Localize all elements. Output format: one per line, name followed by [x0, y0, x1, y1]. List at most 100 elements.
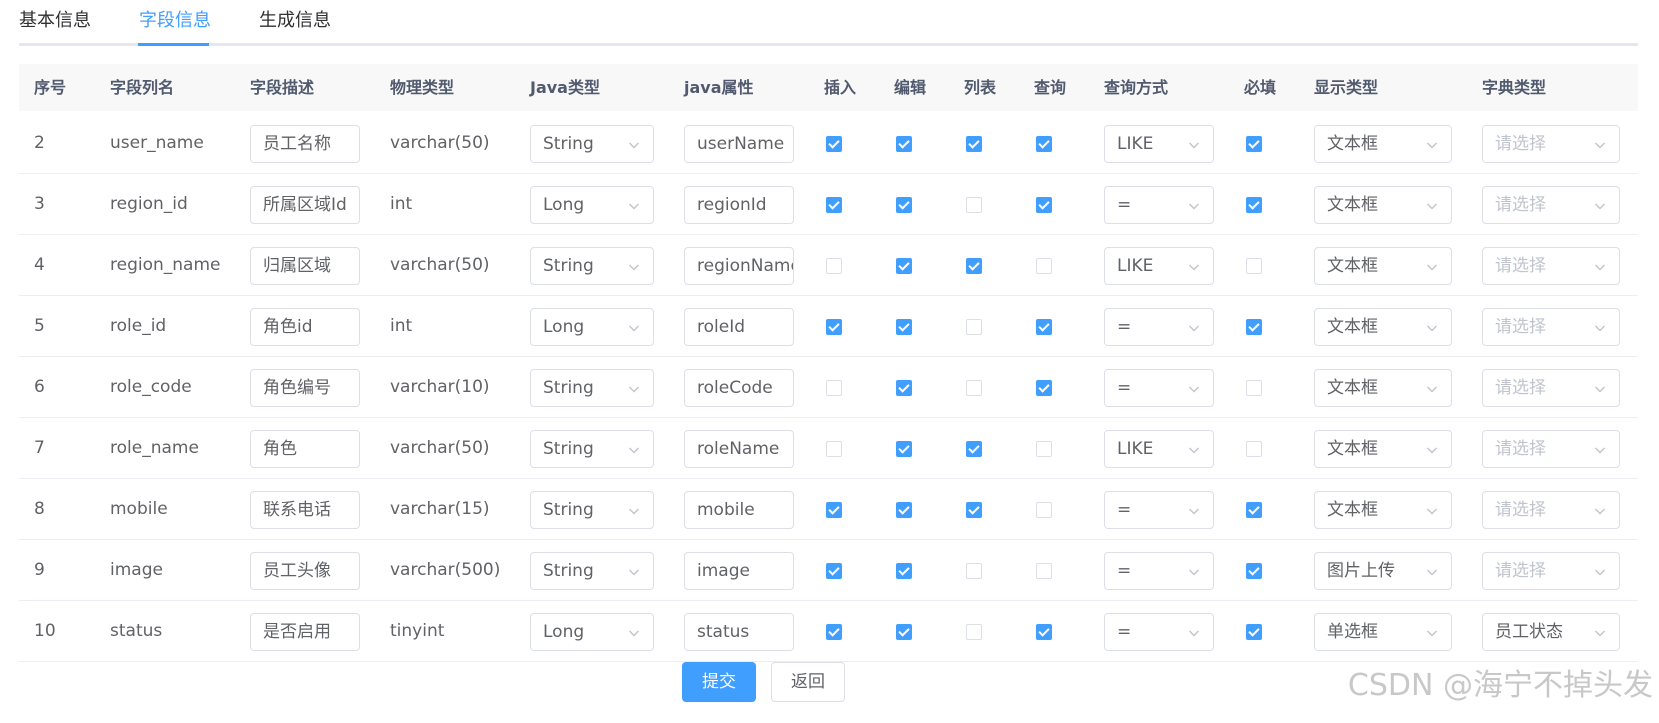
query-type-select[interactable]: LIKE: [1104, 430, 1214, 468]
display-type-select[interactable]: 文本框: [1314, 491, 1452, 529]
field-description-input[interactable]: 所属区域Id: [250, 186, 360, 224]
java-attr-input[interactable]: mobile: [684, 491, 794, 529]
display-type-select[interactable]: 文本框: [1314, 247, 1452, 285]
edit-checkbox[interactable]: [896, 197, 912, 213]
insert-checkbox[interactable]: [826, 380, 842, 396]
insert-checkbox[interactable]: [826, 563, 842, 579]
query-type-select[interactable]: =: [1104, 491, 1214, 529]
list-checkbox[interactable]: [966, 624, 982, 640]
query-type-select[interactable]: =: [1104, 613, 1214, 651]
required-checkbox[interactable]: [1246, 380, 1262, 396]
list-checkbox[interactable]: [966, 319, 982, 335]
query-type-select[interactable]: =: [1104, 552, 1214, 590]
java-attr-input[interactable]: roleCode: [684, 369, 794, 407]
java-attr-input[interactable]: regionId: [684, 186, 794, 224]
display-type-select[interactable]: 单选框: [1314, 613, 1452, 651]
java-attr-input[interactable]: roleId: [684, 308, 794, 346]
field-description-input[interactable]: 员工名称: [250, 125, 360, 163]
back-button[interactable]: 返回: [771, 662, 845, 702]
java-attr-input[interactable]: regionName: [684, 247, 794, 285]
dict-type-select[interactable]: 请选择: [1482, 308, 1620, 346]
java-type-select[interactable]: String: [530, 491, 654, 529]
required-checkbox[interactable]: [1246, 502, 1262, 518]
java-type-select[interactable]: String: [530, 552, 654, 590]
required-checkbox[interactable]: [1246, 197, 1262, 213]
field-description-input[interactable]: 角色编号: [250, 369, 360, 407]
java-type-select[interactable]: String: [530, 247, 654, 285]
required-checkbox[interactable]: [1246, 563, 1262, 579]
java-attr-input[interactable]: status: [684, 613, 794, 651]
query-type-select[interactable]: =: [1104, 186, 1214, 224]
required-checkbox[interactable]: [1246, 258, 1262, 274]
display-type-select[interactable]: 文本框: [1314, 430, 1452, 468]
edit-checkbox[interactable]: [896, 441, 912, 457]
dict-type-select[interactable]: 请选择: [1482, 247, 1620, 285]
dict-type-select[interactable]: 请选择: [1482, 186, 1620, 224]
dict-type-select[interactable]: 请选择: [1482, 430, 1620, 468]
submit-button[interactable]: 提交: [682, 662, 756, 702]
display-type-select[interactable]: 图片上传: [1314, 552, 1452, 590]
insert-checkbox[interactable]: [826, 197, 842, 213]
required-checkbox[interactable]: [1246, 441, 1262, 457]
query-checkbox[interactable]: [1036, 502, 1052, 518]
query-type-select[interactable]: LIKE: [1104, 247, 1214, 285]
java-attr-input[interactable]: roleName: [684, 430, 794, 468]
java-type-select[interactable]: Long: [530, 613, 654, 651]
list-checkbox[interactable]: [966, 197, 982, 213]
field-description-input[interactable]: 员工头像: [250, 552, 360, 590]
query-checkbox[interactable]: [1036, 319, 1052, 335]
insert-checkbox[interactable]: [826, 502, 842, 518]
field-description-input[interactable]: 是否启用: [250, 613, 360, 651]
java-type-select[interactable]: String: [530, 369, 654, 407]
query-checkbox[interactable]: [1036, 380, 1052, 396]
tab-field-info[interactable]: 字段信息: [139, 9, 211, 33]
java-type-select[interactable]: Long: [530, 186, 654, 224]
tab-generate-info[interactable]: 生成信息: [259, 9, 331, 33]
query-checkbox[interactable]: [1036, 563, 1052, 579]
query-type-select[interactable]: =: [1104, 369, 1214, 407]
display-type-select[interactable]: 文本框: [1314, 125, 1452, 163]
java-type-select[interactable]: Long: [530, 308, 654, 346]
query-checkbox[interactable]: [1036, 624, 1052, 640]
edit-checkbox[interactable]: [896, 624, 912, 640]
edit-checkbox[interactable]: [896, 502, 912, 518]
list-checkbox[interactable]: [966, 441, 982, 457]
required-checkbox[interactable]: [1246, 624, 1262, 640]
edit-checkbox[interactable]: [896, 136, 912, 152]
insert-checkbox[interactable]: [826, 319, 842, 335]
edit-checkbox[interactable]: [896, 380, 912, 396]
java-type-select[interactable]: String: [530, 125, 654, 163]
edit-checkbox[interactable]: [896, 319, 912, 335]
display-type-select[interactable]: 文本框: [1314, 186, 1452, 224]
dict-type-select[interactable]: 员工状态: [1482, 613, 1620, 651]
dict-type-select[interactable]: 请选择: [1482, 491, 1620, 529]
edit-checkbox[interactable]: [896, 563, 912, 579]
query-type-select[interactable]: LIKE: [1104, 125, 1214, 163]
list-checkbox[interactable]: [966, 136, 982, 152]
insert-checkbox[interactable]: [826, 258, 842, 274]
dict-type-select[interactable]: 请选择: [1482, 125, 1620, 163]
query-checkbox[interactable]: [1036, 136, 1052, 152]
java-attr-input[interactable]: image: [684, 552, 794, 590]
required-checkbox[interactable]: [1246, 319, 1262, 335]
insert-checkbox[interactable]: [826, 624, 842, 640]
required-checkbox[interactable]: [1246, 136, 1262, 152]
list-checkbox[interactable]: [966, 502, 982, 518]
list-checkbox[interactable]: [966, 380, 982, 396]
tab-basic-info[interactable]: 基本信息: [19, 9, 91, 33]
query-checkbox[interactable]: [1036, 258, 1052, 274]
dict-type-select[interactable]: 请选择: [1482, 552, 1620, 590]
edit-checkbox[interactable]: [896, 258, 912, 274]
insert-checkbox[interactable]: [826, 441, 842, 457]
field-description-input[interactable]: 联系电话: [250, 491, 360, 529]
java-type-select[interactable]: String: [530, 430, 654, 468]
java-attr-input[interactable]: userName: [684, 125, 794, 163]
field-description-input[interactable]: 归属区域: [250, 247, 360, 285]
query-type-select[interactable]: =: [1104, 308, 1214, 346]
display-type-select[interactable]: 文本框: [1314, 369, 1452, 407]
insert-checkbox[interactable]: [826, 136, 842, 152]
dict-type-select[interactable]: 请选择: [1482, 369, 1620, 407]
query-checkbox[interactable]: [1036, 441, 1052, 457]
display-type-select[interactable]: 文本框: [1314, 308, 1452, 346]
list-checkbox[interactable]: [966, 258, 982, 274]
